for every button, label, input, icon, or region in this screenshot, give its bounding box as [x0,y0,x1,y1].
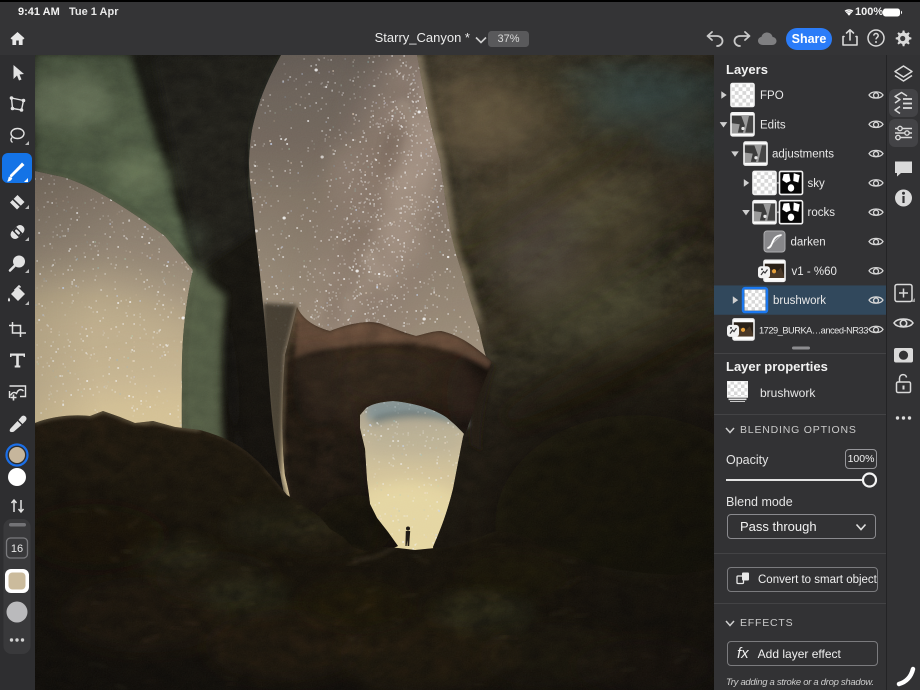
svg-text:16: 16 [11,543,23,555]
svg-text:v1 - %60: v1 - %60 [792,266,837,278]
svg-text:rocks: rocks [808,207,836,219]
svg-text:Edits: Edits [760,119,786,131]
svg-text:adjustments: adjustments [772,149,834,161]
svg-text:brushwork: brushwork [773,295,826,307]
svg-text:sky: sky [808,178,826,190]
svg-text:darken: darken [791,237,826,249]
svg-text:1729_BURKA…anced-NR33: 1729_BURKA…anced-NR33 [759,325,868,335]
svg-text:FPO: FPO [760,90,784,102]
